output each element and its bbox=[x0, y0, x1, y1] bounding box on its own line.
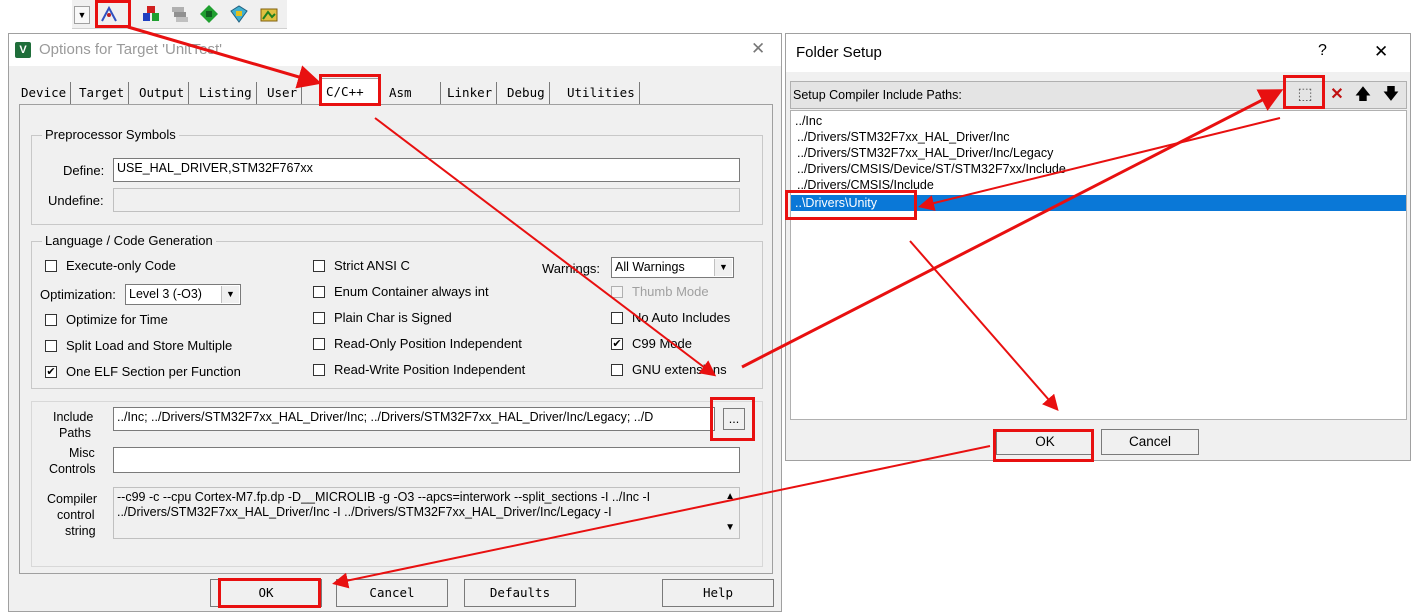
annotation-arrows bbox=[127, 25, 1284, 589]
arrow-to-unity-path bbox=[918, 117, 1281, 211]
arrow-to-browse bbox=[374, 117, 717, 377]
arrow-to-folder-ok bbox=[909, 240, 1059, 412]
arrow-to-c-cpp-tab bbox=[127, 25, 322, 89]
arrow-to-options-ok bbox=[332, 445, 991, 589]
arrow-to-new-folder bbox=[741, 89, 1284, 369]
